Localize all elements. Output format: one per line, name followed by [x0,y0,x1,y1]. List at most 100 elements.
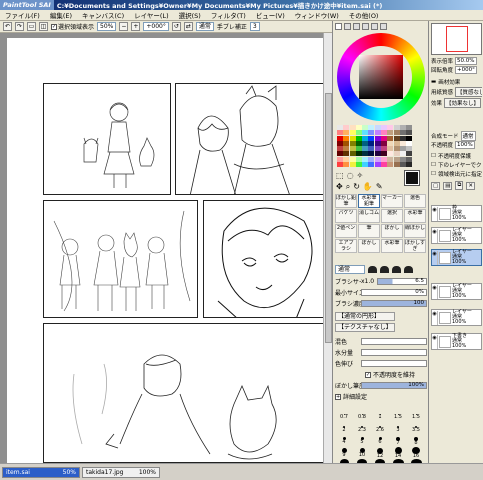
brush-size-preset[interactable]: 2 [335,423,353,435]
color-swatch[interactable] [393,135,400,141]
magic-wand-icon[interactable]: ✧ [357,171,364,180]
brush-tool-4[interactable]: 選色 [404,194,426,208]
stabilizer-select[interactable]: 3 [249,22,260,31]
layer-item[interactable]: ◉ レイヤー 通常 100% [431,283,482,300]
color-swatch[interactable] [368,130,375,136]
brush-shape-icon[interactable] [392,265,401,273]
color-swatch[interactable] [374,140,381,146]
brush-tool-3[interactable]: マーカー [381,194,403,208]
color-swatch[interactable] [355,135,362,141]
collapse-icon[interactable]: ▬ [431,79,436,85]
layer-item[interactable]: ◉ レイヤー 通常 100% [431,309,482,326]
color-swatch[interactable] [399,135,406,141]
canvas-scrollbar[interactable] [323,33,332,463]
color-swatch[interactable] [374,162,381,168]
rgb-slider-tab-icon[interactable] [344,23,351,30]
detail-settings-row[interactable]: + 詳細設定 [335,392,427,401]
selection-display-toggle[interactable]: ✓ 選択領域表示 [51,22,94,31]
color-swatch[interactable] [406,140,413,146]
menu-window[interactable]: ウィンドウ(W) [290,10,344,20]
current-color-swatch[interactable] [404,170,420,186]
color-stretch-slider[interactable] [361,360,427,367]
water-slider[interactable] [361,349,427,356]
redo-icon[interactable]: ↷ [15,22,24,31]
color-swatch[interactable] [349,146,356,152]
color-swatch[interactable] [399,151,406,157]
keep-opacity-row[interactable]: ✓ 不透明度を維持 [335,370,427,379]
brush-tool-2[interactable]: 水彩筆 鉛筆 [358,194,380,208]
color-swatch[interactable] [362,162,369,168]
color-swatch[interactable] [406,135,413,141]
color-swatch[interactable] [337,151,343,157]
brush-mode-select[interactable]: 通常 [335,264,365,274]
layer-item[interactable]: ◉ 下書き 通常 100% [431,333,482,350]
selection-source-toggle[interactable]: ☐ 領域検出元に指定 [431,170,482,178]
nav-angle-value[interactable]: +000° [455,66,477,74]
rect-select-icon[interactable]: ⬚ [336,171,344,180]
color-swatch[interactable] [362,135,369,141]
hand-icon[interactable]: ✋ [363,182,373,192]
zoom-out-icon[interactable]: − [119,22,129,31]
color-swatch[interactable] [387,162,394,168]
color-swatch[interactable] [343,140,350,146]
color-swatch[interactable] [393,140,400,146]
color-swatch[interactable] [349,125,356,130]
color-swatch[interactable] [399,146,406,152]
color-swatch[interactable] [406,130,413,136]
density-slider[interactable]: 100 [361,300,427,307]
color-swatch[interactable] [406,125,413,130]
color-swatch[interactable] [381,162,388,168]
flip-icon[interactable]: ⇄ [183,22,193,31]
brush-shape-icon[interactable] [380,265,389,273]
brush-tool-15[interactable]: 水彩筆 [381,239,403,253]
new-folder-icon[interactable]: ▤ [443,181,453,190]
color-swatch[interactable] [399,125,406,130]
brush-size-preset[interactable]: 9 [335,447,353,459]
menu-view[interactable]: ビュー(V) [251,10,290,20]
menu-canvas[interactable]: キャンバス(C) [77,10,129,20]
brush-size-preset[interactable]: 14 [389,447,407,459]
color-swatch[interactable] [381,135,388,141]
eye-icon[interactable]: ◉ [432,250,438,265]
color-swatch[interactable] [368,146,375,152]
brush-tool-1[interactable]: ぼかし鉛筆 [335,194,357,208]
color-swatch[interactable] [387,130,394,136]
color-swatch[interactable] [381,140,388,146]
layer-item[interactable]: ◉ 枠通常 100% [431,205,482,222]
angle-select[interactable]: +000° [143,22,169,31]
color-swatch[interactable] [349,130,356,136]
paper-shape-button[interactable]: 【通常の円形】 [335,312,395,321]
color-swatch[interactable] [362,146,369,152]
gradient-tab-icon[interactable] [362,23,369,30]
brush-texture-button[interactable]: 【テクスチャなし】 [335,323,395,332]
move-icon[interactable]: ✥ [336,182,343,192]
file-tab[interactable]: takida17.jpg 100% [82,466,160,478]
color-swatch[interactable] [355,125,362,130]
color-swatch[interactable] [362,151,369,157]
color-swatch[interactable] [362,130,369,136]
color-swatch[interactable] [337,135,343,141]
saturation-value-square[interactable] [359,55,403,99]
zoom-icon[interactable]: ⌕ [346,182,350,192]
rotate-view-icon[interactable]: ↻ [353,182,360,192]
color-swatch[interactable] [337,162,343,168]
color-swatch[interactable] [362,156,369,162]
brush-tool-10[interactable]: 筆 [358,224,380,238]
swatch-tab-icon[interactable] [371,23,378,30]
paper-select[interactable]: 【質感なし】 [455,87,482,97]
brush-tool-8[interactable]: 水彩筆 [404,209,426,223]
color-swatch[interactable] [393,151,400,157]
color-swatch[interactable] [387,125,394,130]
color-swatch[interactable] [355,130,362,136]
invert-selection-icon[interactable]: ◫ [39,22,48,31]
brush-size-preset[interactable]: 1.5 [407,411,425,423]
menu-select[interactable]: 選択(S) [174,10,206,20]
color-wheel-tab-icon[interactable] [335,23,342,30]
brush-shape-icon[interactable] [404,265,413,273]
brush-size-preset[interactable]: 3.5 [407,423,425,435]
lasso-icon[interactable]: ◌ [347,171,354,180]
color-swatch[interactable] [343,130,350,136]
color-swatch[interactable] [337,130,343,136]
color-swatch[interactable] [374,146,381,152]
color-swatch[interactable] [374,125,381,130]
